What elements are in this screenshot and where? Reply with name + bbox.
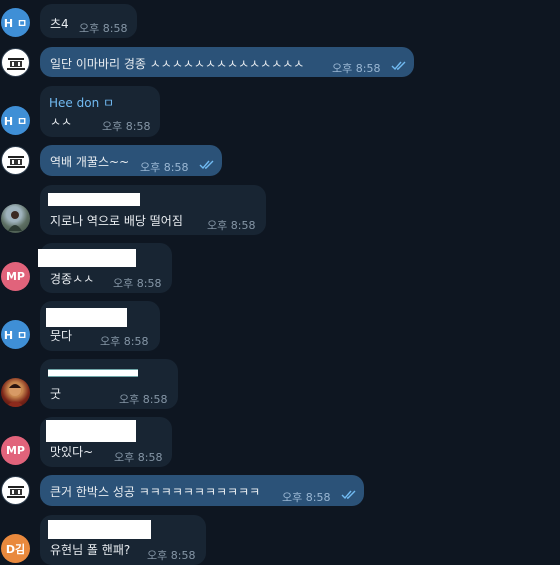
- avatar[interactable]: [1, 378, 30, 407]
- message-bubble[interactable]: Hee don ㅁ ㅅㅅ 오후 8:58: [40, 86, 160, 137]
- message-bubble[interactable]: 츠4 오후 8:58: [40, 4, 137, 38]
- person-photo-icon: [8, 211, 22, 231]
- avatar[interactable]: [1, 204, 30, 233]
- redacted-sender: [38, 249, 136, 267]
- message-text: 뭇다: [50, 329, 73, 343]
- message-bubble[interactable]: 맛있다~ 오후 8:58: [40, 417, 172, 467]
- avatar[interactable]: H ㅁ: [1, 8, 30, 37]
- message-time: 오후 8:58: [282, 491, 331, 504]
- message-text: 지로나 역으로 배당 떨어짐: [50, 214, 183, 228]
- avatar[interactable]: H ㅁ: [1, 106, 30, 135]
- message-row: 지로나 역으로 배당 떨어짐 오후 8:58: [0, 185, 560, 235]
- logo-icon: [6, 155, 25, 168]
- message-time: 오후 8:58: [207, 219, 256, 232]
- message-row: MP 경종ㅅㅅ 오후 8:58: [0, 243, 560, 293]
- message-bubble[interactable]: 일단 이마바리 경종 ㅅㅅㅅㅅㅅㅅㅅㅅㅅㅅㅅㅅㅅㅅ 오후 8:58: [40, 47, 414, 77]
- message-bubble[interactable]: 뭇다 오후 8:58: [40, 301, 160, 351]
- message-bubble[interactable]: 굿 오후 8:58: [40, 359, 178, 409]
- message-row: H ㅁ 뭇다 오후 8:58: [0, 301, 560, 351]
- message-text: 큰거 한박스 성공 ㅋㅋㅋㅋㅋㅋㅋㅋㅋㅋㅋ: [50, 485, 261, 499]
- redacted-sender: [48, 520, 151, 539]
- message-time: 오후 8:58: [102, 120, 151, 133]
- message-text: 맛있다~: [50, 445, 94, 459]
- avatar[interactable]: MP: [1, 436, 30, 465]
- avatar[interactable]: H ㅁ: [1, 320, 30, 349]
- message-row: MP 맛있다~ 오후 8:58: [0, 417, 560, 467]
- message-time: 오후 8:58: [114, 451, 163, 464]
- logo-icon: [6, 57, 25, 70]
- message-text: 유현님 폴 핸패?: [50, 543, 131, 557]
- message-time: 오후 8:58: [140, 161, 189, 174]
- logo-avatar[interactable]: [1, 48, 30, 77]
- redacted-sender: [46, 420, 136, 442]
- message-time: 오후 8:58: [147, 549, 196, 562]
- redacted-sender: [48, 370, 138, 376]
- message-time: 오후 8:58: [119, 393, 168, 406]
- logo-avatar[interactable]: [1, 476, 30, 505]
- logo-avatar[interactable]: [1, 146, 30, 175]
- message-row: D김 유현님 폴 핸패? 오후 8:58: [0, 515, 560, 565]
- message-bubble[interactable]: 유현님 폴 핸패? 오후 8:58: [40, 515, 206, 565]
- message-row: 굿 오후 8:58: [0, 359, 560, 409]
- message-text: 경종ㅅㅅ: [50, 272, 95, 286]
- message-time: 오후 8:58: [113, 277, 162, 290]
- chat-feed[interactable]: H ㅁ 츠4 오후 8:58 일단 이마바리 경종 ㅅㅅㅅㅅㅅㅅㅅㅅㅅㅅㅅㅅㅅㅅ…: [0, 0, 560, 565]
- message-time: 오후 8:58: [79, 22, 128, 35]
- logo-icon: [6, 485, 25, 498]
- avatar[interactable]: D김: [1, 534, 30, 563]
- message-time: 오후 8:58: [100, 335, 149, 348]
- avatar[interactable]: MP: [1, 262, 30, 291]
- message-bubble[interactable]: 경종ㅅㅅ 오후 8:58: [38, 243, 172, 293]
- message-text: 굿: [50, 387, 62, 401]
- message-bubble[interactable]: 역배 개꿀스~~ 오후 8:58: [40, 145, 222, 176]
- read-checks-icon: [391, 61, 406, 71]
- message-row: H ㅁ 츠4 오후 8:58: [0, 4, 560, 38]
- message-row: 역배 개꿀스~~ 오후 8:58: [0, 145, 560, 176]
- sender-name[interactable]: Hee don ㅁ: [49, 94, 114, 111]
- redacted-sender: [46, 308, 127, 327]
- message-text: 일단 이마바리 경종 ㅅㅅㅅㅅㅅㅅㅅㅅㅅㅅㅅㅅㅅㅅ: [50, 57, 305, 71]
- read-checks-icon: [199, 160, 214, 170]
- message-text: ㅅㅅ: [50, 115, 73, 129]
- redacted-sender: [48, 193, 140, 206]
- message-text: 츠4: [50, 17, 69, 31]
- message-row: H ㅁ Hee don ㅁ ㅅㅅ 오후 8:58: [0, 86, 560, 137]
- message-bubble[interactable]: 지로나 역으로 배당 떨어짐 오후 8:58: [40, 185, 266, 235]
- message-row: 일단 이마바리 경종 ㅅㅅㅅㅅㅅㅅㅅㅅㅅㅅㅅㅅㅅㅅ 오후 8:58: [0, 47, 560, 77]
- message-time: 오후 8:58: [332, 62, 381, 75]
- message-bubble[interactable]: 큰거 한박스 성공 ㅋㅋㅋㅋㅋㅋㅋㅋㅋㅋㅋ 오후 8:58: [40, 475, 364, 506]
- person-face-icon: [6, 384, 24, 407]
- message-row: 큰거 한박스 성공 ㅋㅋㅋㅋㅋㅋㅋㅋㅋㅋㅋ 오후 8:58: [0, 475, 560, 506]
- message-text: 역배 개꿀스~~: [50, 155, 130, 169]
- read-checks-icon: [341, 490, 356, 500]
